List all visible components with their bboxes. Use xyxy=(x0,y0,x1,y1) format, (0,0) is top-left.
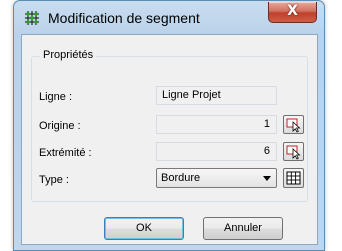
window-title: Modification de segment xyxy=(48,10,200,26)
grid-table-icon xyxy=(284,171,303,191)
pick-point-arrow-icon xyxy=(284,145,303,164)
type-table-button[interactable] xyxy=(283,168,304,188)
close-button[interactable]: X xyxy=(268,2,317,23)
ligne-field: Ligne Projet xyxy=(156,86,277,105)
type-label: Type : xyxy=(39,174,69,186)
ligne-label: Ligne : xyxy=(39,91,73,103)
origine-label: Origine : xyxy=(39,120,81,132)
origine-pick-button[interactable] xyxy=(283,115,304,134)
dialog-body: Propriétés Ligne : Ligne Projet Origine … xyxy=(21,34,318,245)
dialog-window: Modification de segment X Propriétés Lig… xyxy=(13,0,325,251)
origine-field[interactable]: 1 xyxy=(156,115,277,134)
title-bar[interactable]: Modification de segment X xyxy=(14,1,324,35)
chevron-down-icon xyxy=(263,176,271,181)
group-title: Propriétés xyxy=(40,49,97,61)
type-select[interactable]: Bordure xyxy=(156,168,277,188)
segment-network-icon xyxy=(23,9,41,27)
cancel-button[interactable]: Annuler xyxy=(203,217,283,240)
ok-button[interactable]: OK xyxy=(104,217,184,240)
type-select-value: Bordure xyxy=(161,172,201,184)
close-icon: X xyxy=(287,3,298,19)
extremite-field[interactable]: 6 xyxy=(156,142,277,161)
extremite-pick-button[interactable] xyxy=(283,142,304,161)
pick-point-arrow-icon xyxy=(284,118,303,137)
extremite-label: Extrémité : xyxy=(39,147,92,159)
